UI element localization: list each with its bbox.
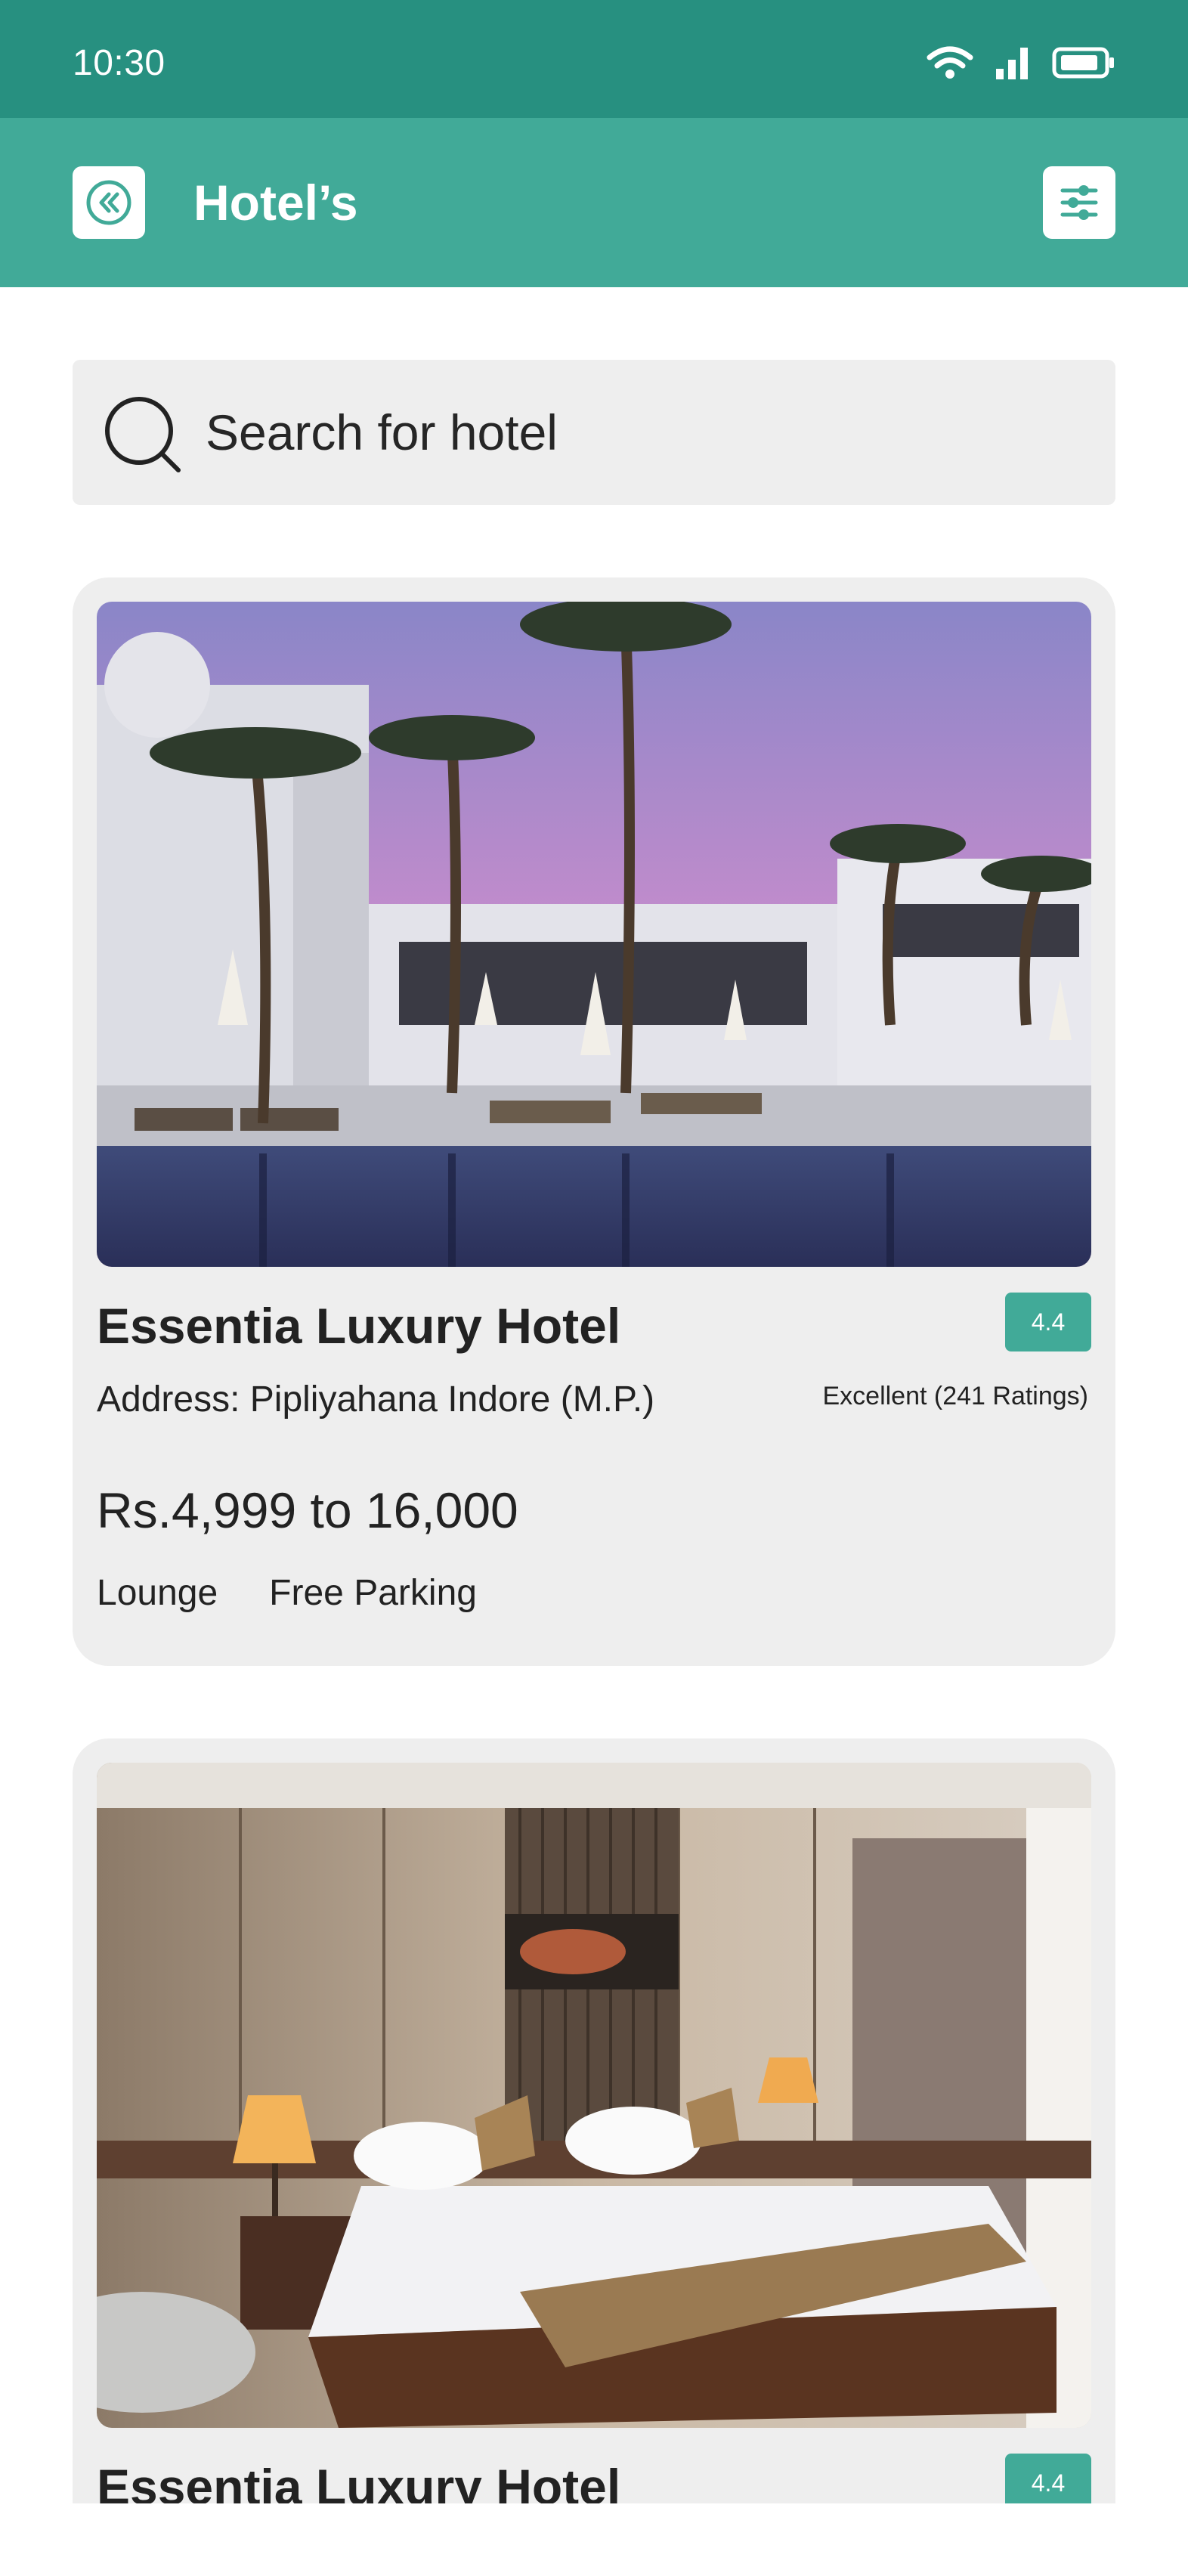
hotel-card[interactable]: Essentia Luxury Hotel 4.4	[73, 1738, 1115, 2576]
amenity-free-parking: Free Parking	[269, 1573, 477, 1613]
search-input[interactable]	[206, 360, 1075, 505]
rating-summary: Excellent (241 Ratings)	[822, 1382, 1088, 1410]
status-time: 10:30	[73, 43, 166, 83]
back-button[interactable]	[73, 166, 145, 239]
status-icons	[927, 45, 1115, 80]
hotel-card[interactable]: Essentia Luxury Hotel 4.4 Address: Pipli…	[73, 577, 1115, 1666]
hotel-name: Essentia Luxury Hotel	[97, 1298, 621, 1354]
app-bar: Hotel’s	[0, 118, 1188, 287]
battery-icon	[1052, 47, 1114, 79]
signal-icon	[996, 48, 1028, 79]
filter-button[interactable]	[1043, 166, 1115, 239]
price-range: Rs.4,999 to 16,000	[97, 1482, 518, 1538]
search-icon	[105, 397, 181, 472]
amenity-lounge: Lounge	[97, 1573, 218, 1613]
hotel-image-bedroom	[97, 1763, 1091, 2428]
hotel-address: Address: Pipliyahana Indore (M.P.)	[97, 1379, 655, 1420]
rating-badge: 4.4	[1005, 1293, 1091, 1351]
search-bar[interactable]	[73, 360, 1115, 505]
status-bar: 10:30	[0, 0, 1188, 118]
sliders-icon	[1060, 185, 1098, 220]
double-chevron-left-icon	[86, 180, 131, 225]
page-title: Hotel’s	[193, 175, 358, 231]
hotel-image-resort-pool	[97, 602, 1091, 1267]
bottom-edge	[0, 2503, 1188, 2576]
wifi-icon	[927, 46, 973, 79]
amenities-list: Lounge Free Parking	[97, 1572, 477, 1614]
